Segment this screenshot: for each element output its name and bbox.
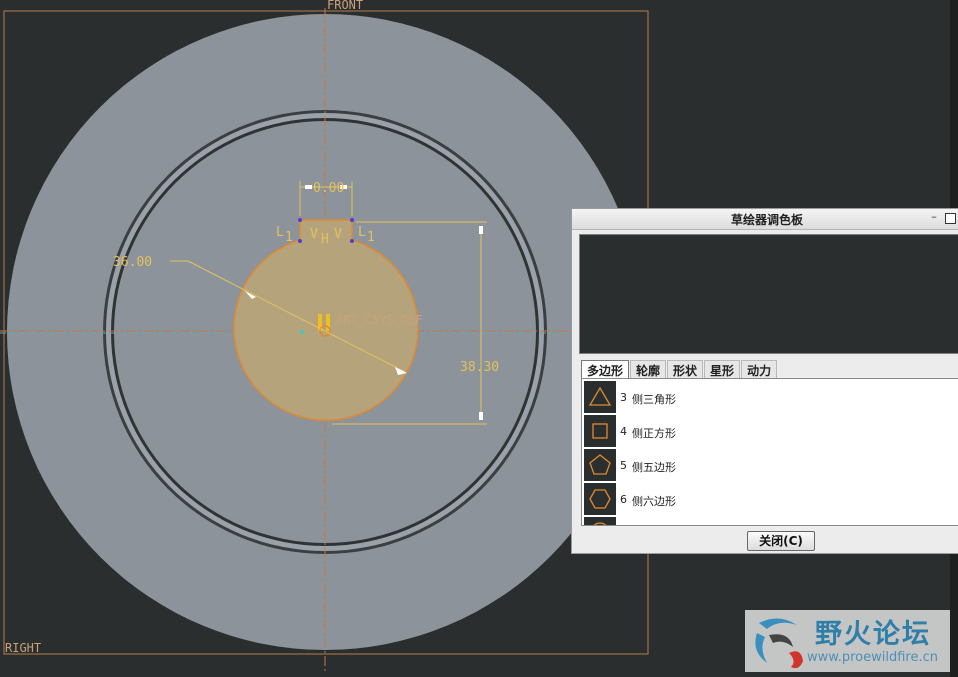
tab-polygon[interactable]: 多边形 [581,360,630,379]
front-datum-label[interactable]: FRONT [327,0,363,12]
vertex-point[interactable] [350,218,354,222]
tab-shape[interactable]: 形状 [667,360,704,378]
svg-text:1: 1 [367,230,375,245]
height-dimension-value[interactable]: 38.30 [460,360,499,375]
svg-text:V: V [310,227,318,242]
item-number: 4 [620,425,627,438]
watermark-url: www.proewildfire.cn [807,650,938,665]
vertex-point[interactable] [298,239,302,243]
minimize-button[interactable]: – [928,211,940,224]
radius-dimension-value[interactable]: 36.00 [113,255,152,270]
list-item[interactable]: 4 侧正方形 [584,415,944,448]
maximize-button[interactable] [945,213,956,224]
item-label: 侧六边形 [632,495,676,508]
svg-text:1: 1 [285,230,293,245]
square-icon [584,415,616,447]
tab-star[interactable]: 星形 [704,360,741,378]
list-item[interactable]: 3 侧三角形 [584,381,944,414]
item-number: 5 [620,459,627,472]
forum-logo-icon [755,618,803,669]
svg-text:L: L [358,225,366,240]
vertex-point[interactable] [350,239,354,243]
item-number: 6 [620,493,627,506]
dialog-titlebar[interactable]: 草绘器调色板 – [572,209,958,230]
tab-profile[interactable]: 轮廓 [630,360,667,378]
item-label: 侧正方形 [632,427,676,440]
csys-label: PRT_CSYS_DEF [336,313,423,327]
shape-preview-area [579,234,958,354]
shape-list[interactable]: 3 侧三角形 4 侧正方形 5 侧五边形 6 侧六边形 [581,378,958,526]
close-button[interactable]: 关闭(C) [747,531,815,551]
width-dimension-value[interactable]: 0.00 [313,181,344,196]
right-datum-label[interactable]: RIGHT [5,641,41,655]
item-label: 侧三角形 [632,393,676,406]
watermark-title: 野火论坛 [815,619,931,650]
watermark: 野火论坛 www.proewildfire.cn [745,610,950,672]
triangle-icon [584,381,616,413]
dialog-title: 草绘器调色板 [730,213,803,227]
palette-tabs: 多边形 轮廓 形状 星形 动力 [581,360,778,379]
pentagon-icon [584,449,616,481]
item-number: 3 [620,391,627,404]
sketcher-palette-dialog[interactable]: 草绘器调色板 – 多边形 轮廓 形状 星形 动力 3 侧三角形 4 侧正方形 5… [571,208,958,554]
svg-text:L: L [276,225,284,240]
list-item[interactable] [584,517,944,525]
item-label: 侧五边形 [632,461,676,474]
hexagon-icon [584,483,616,515]
svg-text:H: H [321,232,329,247]
list-item[interactable]: 6 侧六边形 [584,483,944,516]
svg-text:V: V [334,227,342,242]
list-item[interactable]: 5 侧五边形 [584,449,944,482]
octagon-icon [584,517,616,525]
tab-power[interactable]: 动力 [741,360,778,378]
vertex-point[interactable] [298,218,302,222]
